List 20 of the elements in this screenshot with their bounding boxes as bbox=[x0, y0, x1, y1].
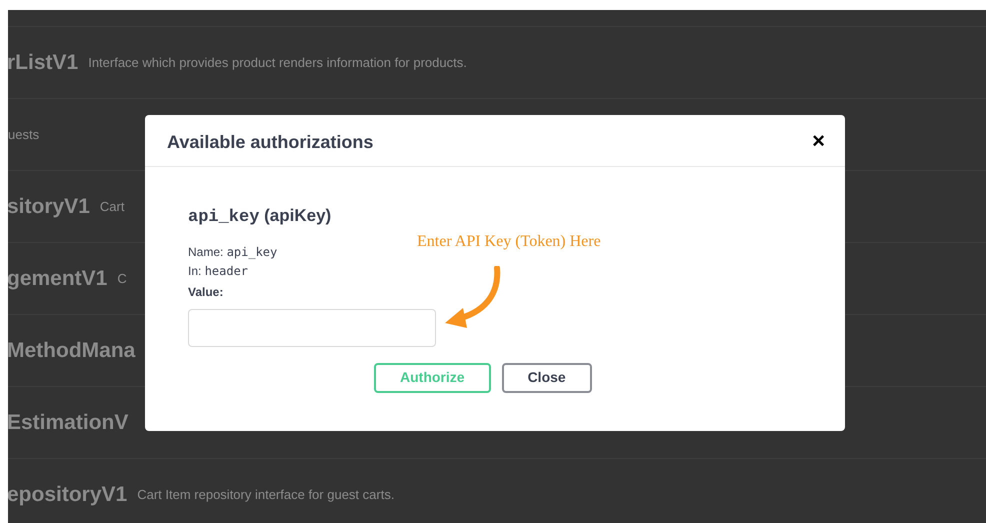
section-title: gementV1 bbox=[8, 266, 108, 292]
value-input[interactable] bbox=[188, 308, 436, 346]
curved-arrow-icon bbox=[443, 266, 503, 328]
value-label: Value: bbox=[188, 284, 224, 300]
section-title: MethodMana bbox=[8, 338, 136, 364]
section-description: Cart bbox=[100, 198, 124, 216]
field-info: In: header bbox=[188, 262, 250, 280]
section-title: sitoryV1 bbox=[8, 194, 90, 220]
scheme-title: api_key (apiKey) bbox=[188, 205, 332, 229]
section-title: epositoryV1 bbox=[8, 482, 128, 508]
dialog-title: Available authorizations bbox=[167, 132, 374, 154]
annotation-text: Enter API Key (Token) Here bbox=[417, 232, 601, 252]
section-title: rListV1 bbox=[8, 50, 78, 76]
section-description: Interface which provides product renders information for products. bbox=[88, 54, 467, 72]
section-title: EstimationV bbox=[8, 410, 128, 436]
close-button[interactable]: × bbox=[810, 130, 827, 152]
section-description: uests bbox=[8, 126, 40, 144]
close-button[interactable]: Close bbox=[502, 362, 592, 392]
section-description: Cart Item repository interface for guest carts. bbox=[137, 486, 394, 504]
section-description: C bbox=[117, 270, 127, 288]
